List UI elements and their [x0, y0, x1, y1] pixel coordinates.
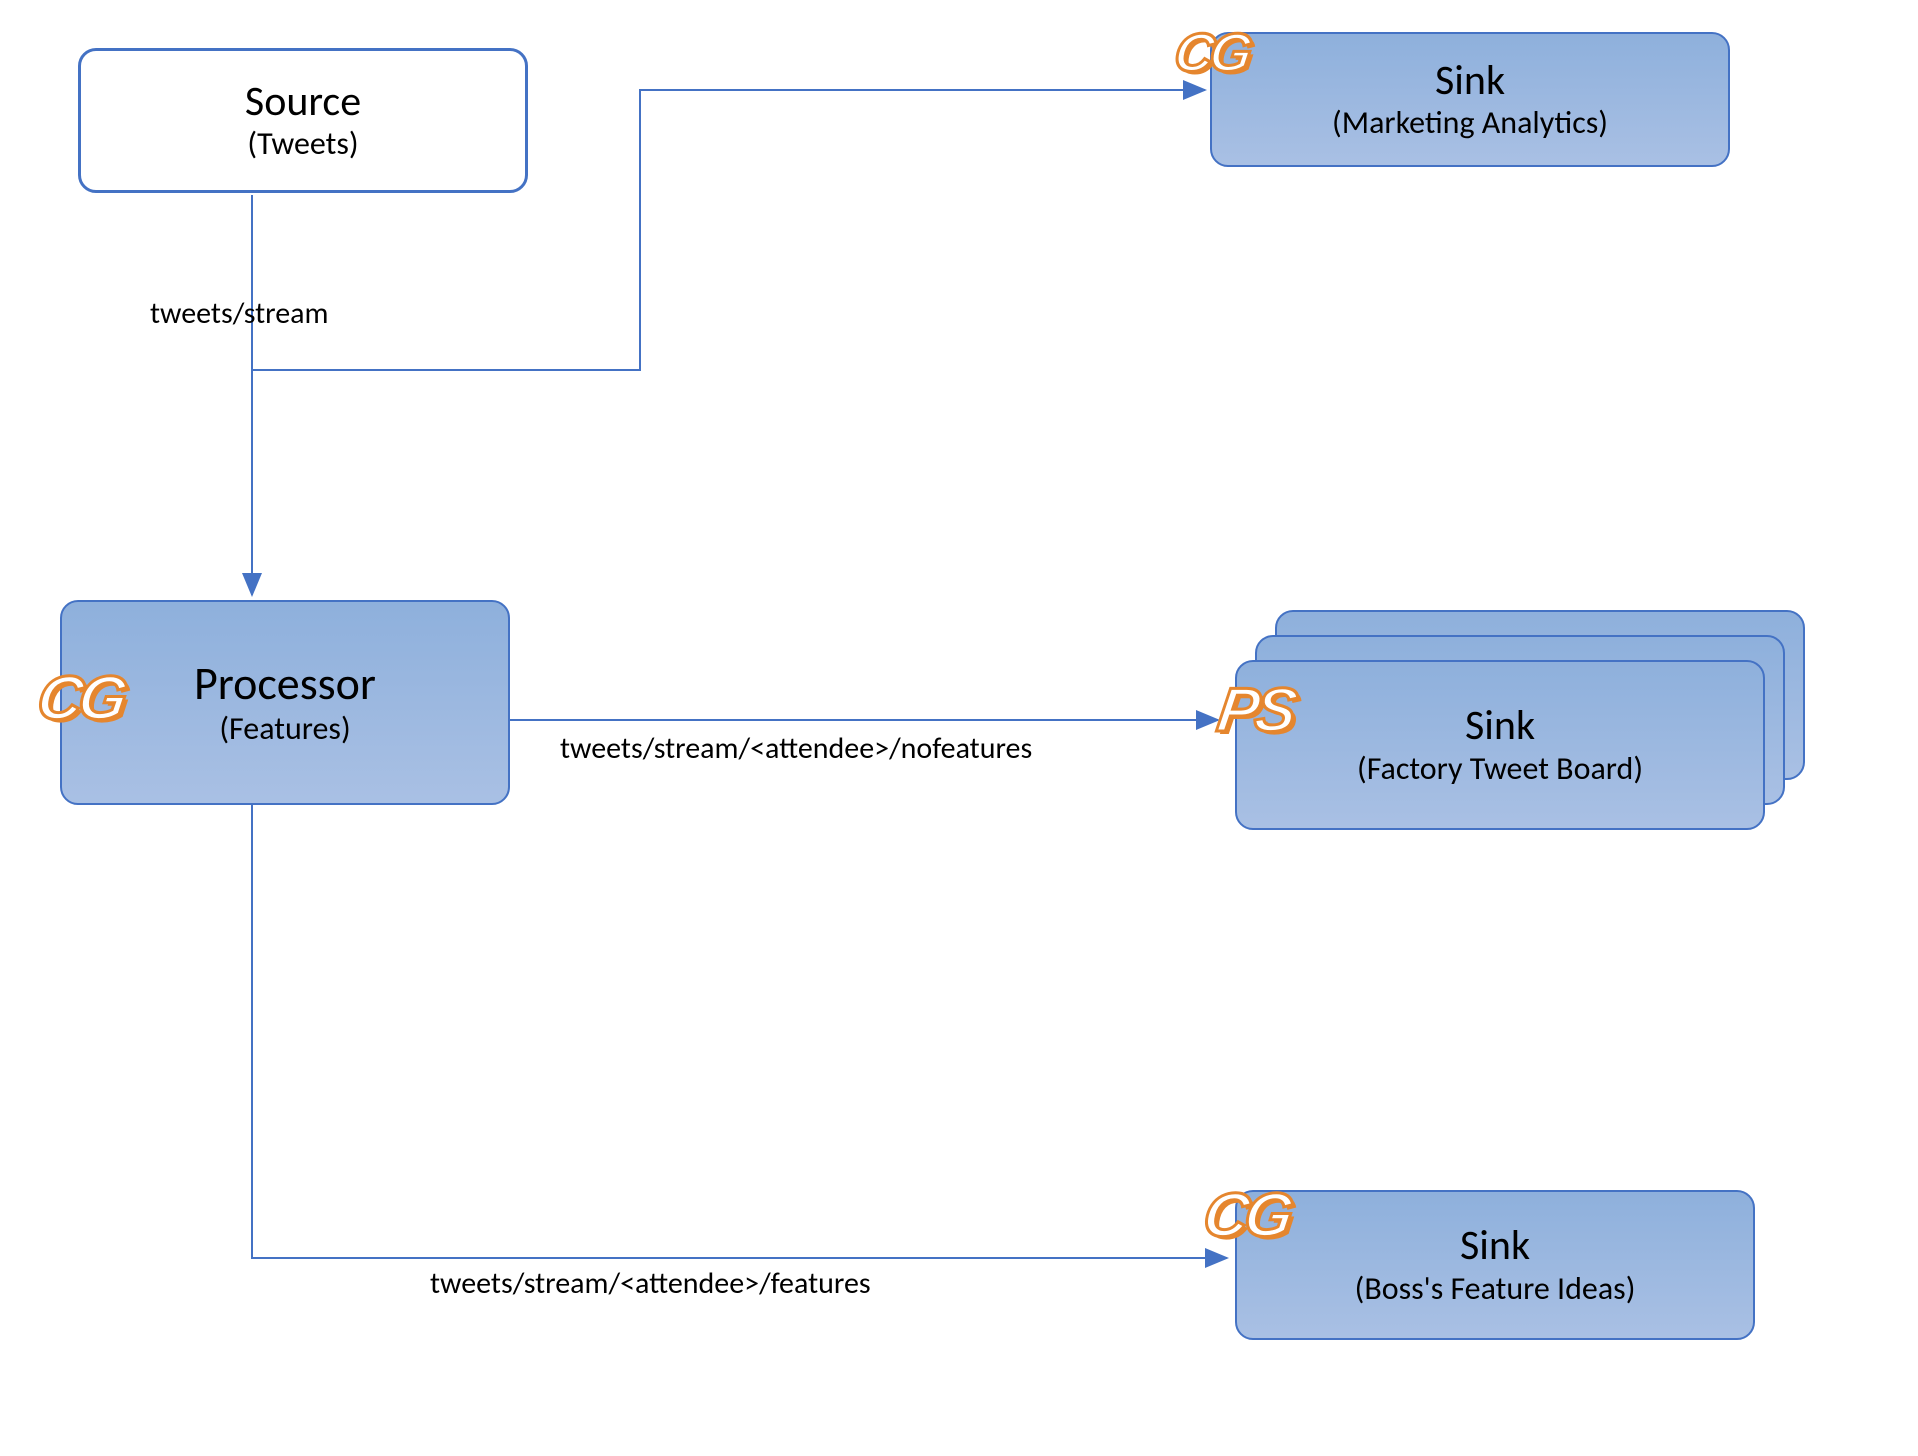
node-sink-marketing-title: Sink: [1435, 57, 1505, 105]
edge-label-processor-boss: tweets/stream/<attendee>/features: [430, 1265, 871, 1302]
node-sink-boss: Sink (Boss's Feature Ideas): [1235, 1190, 1755, 1340]
badge-cg-marketing: CG: [1171, 26, 1252, 80]
edge-label-source-processor: tweets/stream: [150, 295, 329, 332]
node-source-sub: (Tweets): [247, 126, 358, 163]
node-sink-boss-title: Sink: [1460, 1222, 1530, 1270]
badge-cg-processor: CG: [34, 668, 128, 730]
node-sink-boss-sub: (Boss's Feature Ideas): [1355, 1271, 1636, 1308]
badge-cg-boss: CG: [1200, 1185, 1294, 1247]
node-processor-sub: (Features): [219, 711, 350, 748]
node-sink-marketing: Sink (Marketing Analytics): [1210, 32, 1730, 167]
node-sink-factory-title: Sink: [1465, 702, 1535, 750]
node-processor: Processor (Features): [60, 600, 510, 805]
node-sink-factory-sub: (Factory Tweet Board): [1357, 751, 1643, 788]
badge-ps-factory: PS: [1214, 680, 1297, 742]
edge-label-processor-factory: tweets/stream/<attendee>/nofeatures: [560, 730, 1032, 767]
node-source: Source (Tweets): [78, 48, 528, 193]
node-source-title: Source: [245, 78, 361, 126]
node-sink-factory: Sink (Factory Tweet Board): [1235, 660, 1765, 830]
flow-diagram: Source (Tweets) Sink (Marketing Analytic…: [0, 0, 1918, 1456]
node-processor-title: Processor: [194, 658, 376, 711]
node-sink-marketing-sub: (Marketing Analytics): [1332, 105, 1608, 142]
